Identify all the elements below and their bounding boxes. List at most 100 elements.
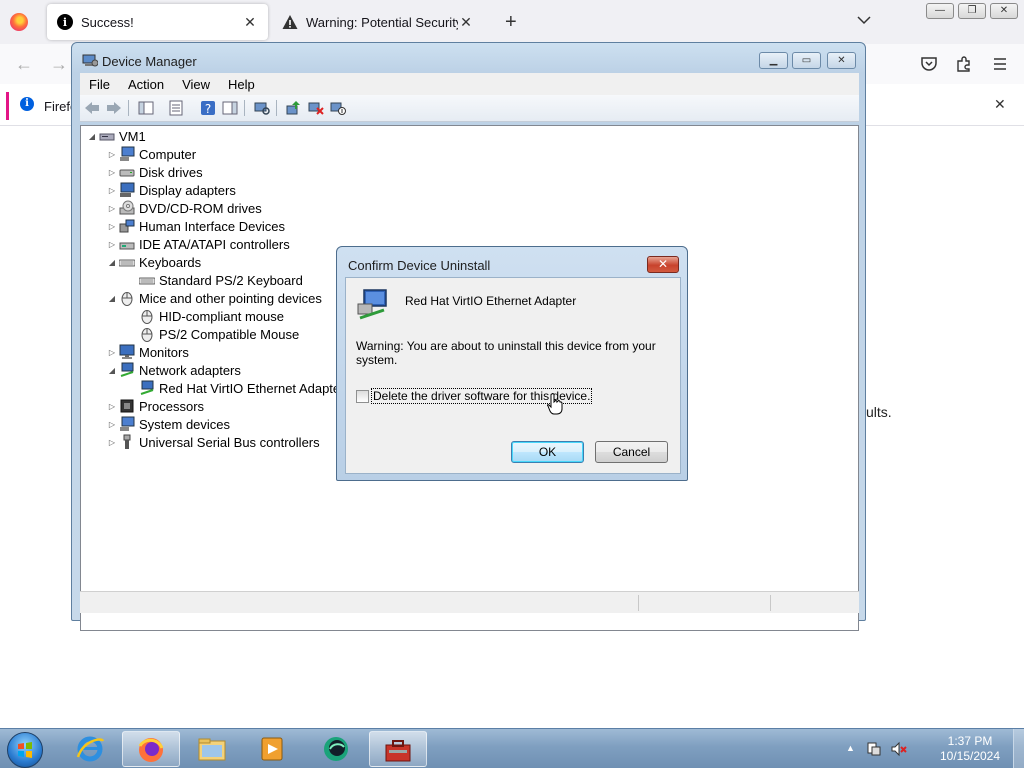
show-desktop-button[interactable] xyxy=(1013,729,1024,768)
back-arrow-icon[interactable] xyxy=(84,100,100,116)
tree-item-human-interface-devices[interactable]: ▷ Human Interface Devices xyxy=(107,217,285,235)
start-button[interactable] xyxy=(7,732,43,768)
hand-cursor-icon xyxy=(547,393,563,415)
toolbox-icon xyxy=(385,740,411,762)
tree-label: Mice and other pointing devices xyxy=(139,290,322,306)
window-title: Device Manager xyxy=(102,54,197,69)
device-manager-titlebar[interactable]: Device Manager ▁ ▭ ✕ xyxy=(72,43,865,73)
uninstall-device-icon[interactable] xyxy=(308,100,324,116)
disk-icon xyxy=(119,169,135,177)
tree-item-ps2-keyboard[interactable]: Standard PS/2 Keyboard xyxy=(139,271,303,289)
taskbar-device-manager[interactable] xyxy=(369,731,427,767)
collapse-arrow-icon[interactable]: ◢ xyxy=(107,366,117,375)
scan-hardware-icon[interactable] xyxy=(254,100,270,116)
tree-label: Computer xyxy=(139,146,197,162)
close-button[interactable]: ✕ xyxy=(990,3,1018,19)
clock[interactable]: 1:37 PM 10/15/2024 xyxy=(930,734,1010,764)
tree-item-hid-mouse[interactable]: HID-compliant mouse xyxy=(139,307,284,325)
restore-button[interactable]: ❐ xyxy=(958,3,986,19)
properties-icon[interactable] xyxy=(168,100,184,116)
taskbar-file-explorer[interactable] xyxy=(184,731,242,767)
update-driver-icon[interactable] xyxy=(285,100,301,116)
expand-arrow-icon[interactable]: ▷ xyxy=(107,150,117,159)
collapse-arrow-icon[interactable]: ◢ xyxy=(107,294,117,303)
tree-label: Standard PS/2 Keyboard xyxy=(159,272,303,288)
tree-item-display-adapters[interactable]: ▷ Display adapters xyxy=(107,181,236,199)
taskbar-internet-explorer[interactable] xyxy=(62,731,120,767)
hid-icon xyxy=(119,219,135,233)
close-button[interactable]: ✕ xyxy=(827,52,856,69)
tree-item-ide-controllers[interactable]: ▷ IDE ATA/ATAPI controllers xyxy=(107,235,290,253)
expand-arrow-icon[interactable]: ▷ xyxy=(107,186,117,195)
tree-item-dvd-drives[interactable]: ▷ DVD/CD-ROM drives xyxy=(107,199,262,217)
tab-close-icon[interactable]: ✕ xyxy=(242,14,258,31)
menu-view[interactable]: View xyxy=(173,77,219,92)
mouse-icon xyxy=(141,310,153,324)
new-tab-icon[interactable]: + xyxy=(505,11,517,34)
expand-arrow-icon[interactable]: ▷ xyxy=(107,402,117,411)
cancel-button[interactable]: Cancel xyxy=(595,441,668,463)
forward-arrow-icon[interactable] xyxy=(106,100,122,116)
tree-item-processors[interactable]: ▷ Processors xyxy=(107,397,204,415)
console-tree-icon[interactable] xyxy=(138,100,154,116)
expand-arrow-icon[interactable]: ▷ xyxy=(107,420,117,429)
tree-item-system-devices[interactable]: ▷ System devices xyxy=(107,415,230,433)
expand-arrow-icon[interactable]: ▷ xyxy=(107,168,117,177)
tree-item-usb-controllers[interactable]: ▷ Universal Serial Bus controllers xyxy=(107,433,320,451)
expand-arrow-icon[interactable]: ▷ xyxy=(107,204,117,213)
notification-accent xyxy=(6,92,9,120)
volume-muted-icon[interactable] xyxy=(891,741,907,757)
back-arrow-icon[interactable]: ← xyxy=(15,54,33,75)
tree-item-disk-drives[interactable]: ▷ Disk drives xyxy=(107,163,203,181)
action-pane-icon[interactable] xyxy=(222,100,238,116)
tab-close-icon[interactable]: ✕ xyxy=(458,14,474,31)
tab-title: Success! xyxy=(81,14,134,30)
tree-root[interactable]: ◢ VM1 xyxy=(87,127,146,145)
action-center-icon[interactable] xyxy=(866,741,882,757)
hamburger-menu-icon[interactable] xyxy=(991,55,1009,73)
delete-driver-checkbox[interactable] xyxy=(356,389,369,403)
expand-arrow-icon[interactable]: ▷ xyxy=(107,222,117,231)
collapse-arrow-icon[interactable]: ◢ xyxy=(107,258,117,267)
notification-close-icon[interactable]: ✕ xyxy=(994,96,1006,113)
processor-icon xyxy=(120,399,134,413)
tree-item-keyboards[interactable]: ◢ Keyboards xyxy=(107,253,201,271)
disable-device-icon[interactable] xyxy=(330,100,346,116)
toolbar-separator xyxy=(276,100,277,116)
help-icon[interactable]: ? xyxy=(200,100,216,116)
tree-item-network-adapters[interactable]: ◢ Network adapters xyxy=(107,361,241,379)
tree-item-computer[interactable]: ▷ Computer xyxy=(107,145,196,163)
chevron-down-icon[interactable] xyxy=(856,12,872,28)
tree-item-monitors[interactable]: ▷ Monitors xyxy=(107,343,189,361)
minimize-button[interactable]: — xyxy=(926,3,954,19)
extensions-icon[interactable] xyxy=(955,55,973,73)
toolbar-separator xyxy=(128,100,129,116)
minimize-button[interactable]: ▁ xyxy=(759,52,788,69)
tab-warning[interactable]: Warning: Potential Security Risk ✕ xyxy=(272,4,484,40)
menu-file[interactable]: File xyxy=(80,77,119,92)
expand-arrow-icon[interactable]: ▷ xyxy=(107,240,117,249)
firefox-logo-icon[interactable] xyxy=(10,13,28,31)
tab-success[interactable]: i Success! ✕ xyxy=(47,4,268,40)
pocket-icon[interactable] xyxy=(920,55,938,73)
device-name: Red Hat VirtIO Ethernet Adapter xyxy=(405,294,577,308)
taskbar-firefox[interactable] xyxy=(122,731,180,767)
warning-icon xyxy=(282,15,298,29)
menu-bar: File Action View Help xyxy=(80,73,859,95)
tray-expand-icon[interactable]: ▲ xyxy=(846,743,855,753)
menu-help[interactable]: Help xyxy=(219,77,264,92)
toolbar: ? xyxy=(80,95,859,122)
taskbar-media-player[interactable] xyxy=(244,731,302,767)
tree-item-mice[interactable]: ◢ Mice and other pointing devices xyxy=(107,289,322,307)
collapse-arrow-icon[interactable]: ◢ xyxy=(87,132,97,141)
expand-arrow-icon[interactable]: ▷ xyxy=(107,348,117,357)
tree-item-ps2-mouse[interactable]: PS/2 Compatible Mouse xyxy=(139,325,299,343)
expand-arrow-icon[interactable]: ▷ xyxy=(107,438,117,447)
ok-button[interactable]: OK xyxy=(511,441,584,463)
tree-item-virtio-ethernet[interactable]: Red Hat VirtIO Ethernet Adapter xyxy=(139,379,344,397)
dialog-close-button[interactable]: ✕ xyxy=(647,256,679,273)
forward-arrow-icon[interactable]: → xyxy=(50,54,68,75)
taskbar-app[interactable] xyxy=(308,731,366,767)
menu-action[interactable]: Action xyxy=(119,77,173,92)
maximize-button[interactable]: ▭ xyxy=(792,52,821,69)
